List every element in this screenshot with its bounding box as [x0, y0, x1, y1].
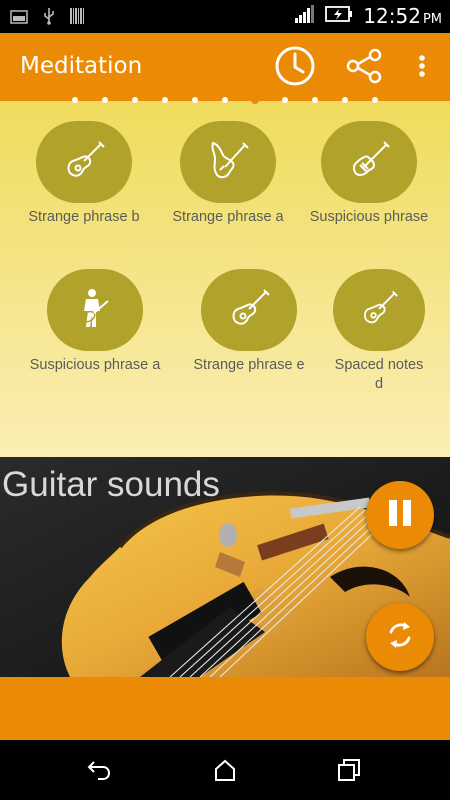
tile-label: Strange phrase b — [28, 209, 140, 225]
acoustic-guitar-icon — [61, 137, 107, 187]
image-icon — [10, 9, 28, 28]
pause-icon — [386, 498, 414, 532]
electric-guitar-icon — [205, 137, 251, 187]
acoustic-guitar-icon — [226, 285, 272, 335]
app-bar: Meditation — [0, 33, 450, 101]
tile-circle[interactable] — [180, 121, 276, 203]
tile-suspicious-phrase[interactable]: Suspicious phrase — [294, 121, 444, 227]
page-dot[interactable] — [102, 97, 108, 103]
tile-strange-phrase-e[interactable]: Strange phrase e — [174, 269, 324, 375]
page-dot[interactable] — [72, 97, 78, 103]
page-dot[interactable] — [222, 97, 228, 103]
back-icon[interactable] — [86, 758, 112, 786]
refresh-button[interactable] — [366, 603, 434, 671]
tile-circle[interactable] — [36, 121, 132, 203]
tile-strange-phrase-b[interactable]: Strange phrase b — [9, 121, 159, 227]
bottom-panel — [0, 677, 450, 740]
page-dot[interactable] — [132, 97, 138, 103]
pause-button[interactable] — [366, 481, 434, 549]
usb-icon — [42, 7, 56, 29]
barcode-icon — [70, 8, 84, 28]
page-indicator — [0, 96, 450, 106]
share-icon[interactable] — [344, 45, 386, 91]
page-dot[interactable] — [192, 97, 198, 103]
tile-suspicious-phrase-a[interactable]: Suspicious phrase a — [20, 269, 170, 375]
overflow-menu-icon[interactable] — [410, 45, 434, 91]
tile-circle[interactable] — [321, 121, 417, 203]
clock-icon[interactable] — [274, 45, 316, 91]
guitarist-icon — [72, 285, 118, 335]
home-icon[interactable] — [212, 758, 238, 786]
battery-charging-icon — [325, 5, 353, 27]
page-dot[interactable] — [312, 97, 318, 103]
tile-label: Spaced notes d — [334, 357, 424, 392]
acoustic-guitar-icon — [358, 287, 400, 333]
status-time-value: 12:52 — [363, 4, 421, 28]
tile-circle[interactable] — [47, 269, 143, 351]
tile-circle[interactable] — [201, 269, 297, 351]
page-dot[interactable] — [342, 97, 348, 103]
signal-icon — [295, 5, 315, 27]
sound-grid: Strange phrase b Strange phrase a Suspic… — [0, 101, 450, 457]
app-title: Meditation — [20, 53, 143, 79]
page-dot[interactable] — [282, 97, 288, 103]
tile-spaced-notes-d[interactable]: Spaced notes d — [304, 269, 450, 394]
tile-label: Suspicious phrase — [309, 209, 429, 225]
refresh-icon — [384, 619, 416, 655]
recents-icon[interactable] — [336, 758, 362, 786]
page-dot[interactable] — [162, 97, 168, 103]
status-ampm: PM — [422, 12, 442, 27]
tile-circle[interactable] — [333, 269, 425, 351]
tile-label: Strange phrase a — [172, 209, 284, 225]
electric-guitar-icon — [346, 137, 392, 187]
page-dot-active[interactable] — [251, 96, 259, 104]
system-nav-bar — [0, 740, 450, 800]
status-bar: 12:52 PM — [0, 0, 450, 33]
hero-title: Guitar sounds — [2, 465, 220, 504]
status-time: 12:52 PM — [363, 4, 442, 28]
tile-label: Strange phrase e — [193, 357, 305, 373]
tile-label: Suspicious phrase a — [29, 357, 161, 373]
page-dot[interactable] — [372, 97, 378, 103]
guitar-hero-image: Guitar sounds — [0, 457, 450, 677]
tile-strange-phrase-a[interactable]: Strange phrase a — [153, 121, 303, 227]
